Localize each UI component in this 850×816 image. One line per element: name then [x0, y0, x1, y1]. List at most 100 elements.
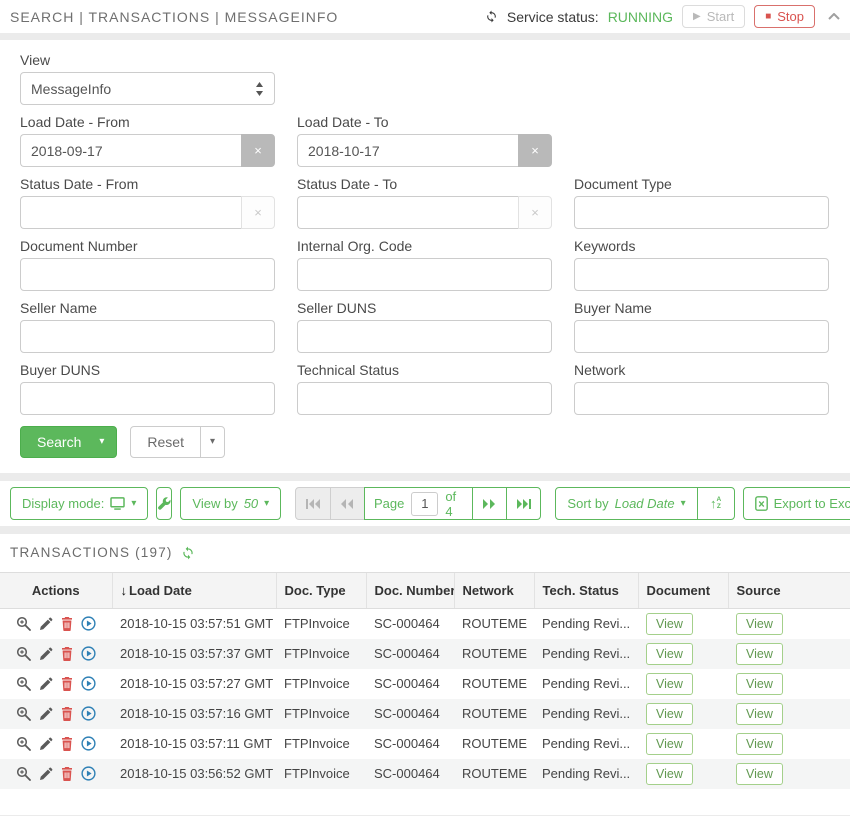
column-header-network[interactable]: Network — [454, 573, 534, 609]
first-page-button[interactable] — [295, 487, 330, 520]
keywords-input[interactable] — [574, 258, 829, 291]
play-circle-icon[interactable] — [81, 736, 96, 751]
view-by-value: 50 — [244, 496, 258, 511]
edit-pencil-icon[interactable] — [39, 737, 53, 751]
play-circle-icon[interactable] — [81, 676, 96, 691]
form-row-buyer: Buyer DUNS Technical Status Network — [20, 362, 830, 415]
column-header-source[interactable]: Source — [728, 573, 850, 609]
view-source-button[interactable]: View — [736, 673, 783, 695]
zoom-in-icon[interactable] — [16, 646, 31, 661]
column-header-load-date[interactable]: ↓Load Date — [112, 573, 276, 609]
network-cell: ROUTEME — [454, 609, 534, 639]
load-date-to-input[interactable] — [297, 134, 518, 167]
internal-org-code-input[interactable] — [297, 258, 552, 291]
view-document-button[interactable]: View — [646, 613, 693, 635]
transactions-title: TRANSACTIONS (197) — [10, 545, 173, 560]
edit-pencil-icon[interactable] — [39, 767, 53, 781]
page-input[interactable] — [411, 492, 438, 516]
view-document-button[interactable]: View — [646, 643, 693, 665]
view-document-button[interactable]: View — [646, 733, 693, 755]
edit-pencil-icon[interactable] — [39, 677, 53, 691]
stop-icon: ■ — [765, 12, 771, 22]
sort-by-button[interactable]: Sort by Load Date ▾ — [555, 487, 697, 520]
view-source-button[interactable]: View — [736, 643, 783, 665]
refresh-transactions-icon[interactable] — [181, 546, 195, 560]
next-page-button[interactable] — [472, 487, 507, 520]
view-source-button[interactable]: View — [736, 613, 783, 635]
display-mode-button[interactable]: Display mode: ▾ — [10, 487, 148, 520]
delete-trash-icon[interactable] — [61, 767, 73, 781]
edit-pencil-icon[interactable] — [39, 647, 53, 661]
delete-trash-icon[interactable] — [61, 707, 73, 721]
zoom-in-icon[interactable] — [16, 616, 31, 631]
view-select[interactable]: MessageInfo — [20, 72, 275, 105]
delete-trash-icon[interactable] — [61, 647, 73, 661]
service-status-value: RUNNING — [608, 9, 673, 25]
results-toolbar: Display mode: ▾ View by 50 ▾ Page of 4 — [0, 481, 850, 526]
previous-page-button[interactable] — [330, 487, 365, 520]
settings-wrench-button[interactable] — [156, 487, 172, 520]
load-date-cell: 2018-10-15 03:57:27 GMT — [112, 669, 276, 699]
clear-icon[interactable]: × — [518, 134, 552, 167]
sort-direction-button[interactable]: ↑ AZ — [697, 487, 735, 520]
play-circle-icon[interactable] — [81, 766, 96, 781]
delete-trash-icon[interactable] — [61, 677, 73, 691]
zoom-in-icon[interactable] — [16, 676, 31, 691]
load-date-cell: 2018-10-15 03:57:37 GMT — [112, 639, 276, 669]
view-document-button[interactable]: View — [646, 763, 693, 785]
keywords-label: Keywords — [574, 238, 829, 255]
view-document-button[interactable]: View — [646, 703, 693, 725]
play-circle-icon[interactable] — [81, 646, 96, 661]
document-cell: View — [638, 729, 728, 759]
zoom-in-icon[interactable] — [16, 766, 31, 781]
seller-duns-input[interactable] — [297, 320, 552, 353]
column-header-doc-number[interactable]: Doc. Number — [366, 573, 454, 609]
search-dropdown-caret-icon[interactable]: ▾ — [95, 437, 116, 447]
delete-trash-icon[interactable] — [61, 737, 73, 751]
edit-pencil-icon[interactable] — [39, 707, 53, 721]
zoom-in-icon[interactable] — [16, 736, 31, 751]
search-button[interactable]: Search ▾ — [20, 426, 117, 458]
collapse-chevron-up-icon[interactable] — [828, 13, 840, 20]
column-header-doc-type[interactable]: Doc. Type — [276, 573, 366, 609]
play-circle-icon[interactable] — [81, 616, 96, 631]
table-header-row: Actions ↓Load Date Doc. Type Doc. Number… — [0, 573, 850, 609]
reset-dropdown-caret-icon[interactable]: ▾ — [200, 427, 224, 457]
stop-button[interactable]: ■ Stop — [754, 5, 815, 28]
document-type-label: Document Type — [574, 176, 829, 193]
refresh-icon[interactable] — [485, 10, 498, 23]
play-circle-icon[interactable] — [81, 706, 96, 721]
view-document-button[interactable]: View — [646, 673, 693, 695]
network-cell: ROUTEME — [454, 729, 534, 759]
technical-status-input[interactable] — [297, 382, 552, 415]
view-source-button[interactable]: View — [736, 763, 783, 785]
document-number-input[interactable] — [20, 258, 275, 291]
view-by-button[interactable]: View by 50 ▾ — [180, 487, 281, 520]
view-source-button[interactable]: View — [736, 703, 783, 725]
start-button[interactable]: ▶ Start — [682, 5, 745, 28]
display-mode-label: Display mode: — [22, 496, 104, 511]
status-date-to-input[interactable] — [297, 196, 518, 229]
network-input[interactable] — [574, 382, 829, 415]
view-source-button[interactable]: View — [736, 733, 783, 755]
source-cell: View — [728, 729, 850, 759]
delete-trash-icon[interactable] — [61, 617, 73, 631]
document-type-input[interactable] — [574, 196, 829, 229]
network-cell: ROUTEME — [454, 759, 534, 789]
last-page-button[interactable] — [506, 487, 541, 520]
status-date-from-input[interactable] — [20, 196, 241, 229]
sort-desc-icon: ↓ — [121, 583, 128, 598]
seller-name-input[interactable] — [20, 320, 275, 353]
edit-pencil-icon[interactable] — [39, 617, 53, 631]
clear-icon[interactable]: × — [241, 134, 275, 167]
buyer-duns-input[interactable] — [20, 382, 275, 415]
reset-button[interactable]: Reset ▾ — [130, 426, 225, 458]
seller-name-label: Seller Name — [20, 300, 275, 317]
zoom-in-icon[interactable] — [16, 706, 31, 721]
column-header-document[interactable]: Document — [638, 573, 728, 609]
column-header-tech-status[interactable]: Tech. Status — [534, 573, 638, 609]
buyer-name-input[interactable] — [574, 320, 829, 353]
load-date-from-input[interactable] — [20, 134, 241, 167]
export-to-excel-button[interactable]: Export to Excel — [743, 487, 850, 520]
column-header-actions[interactable]: Actions — [0, 573, 112, 609]
